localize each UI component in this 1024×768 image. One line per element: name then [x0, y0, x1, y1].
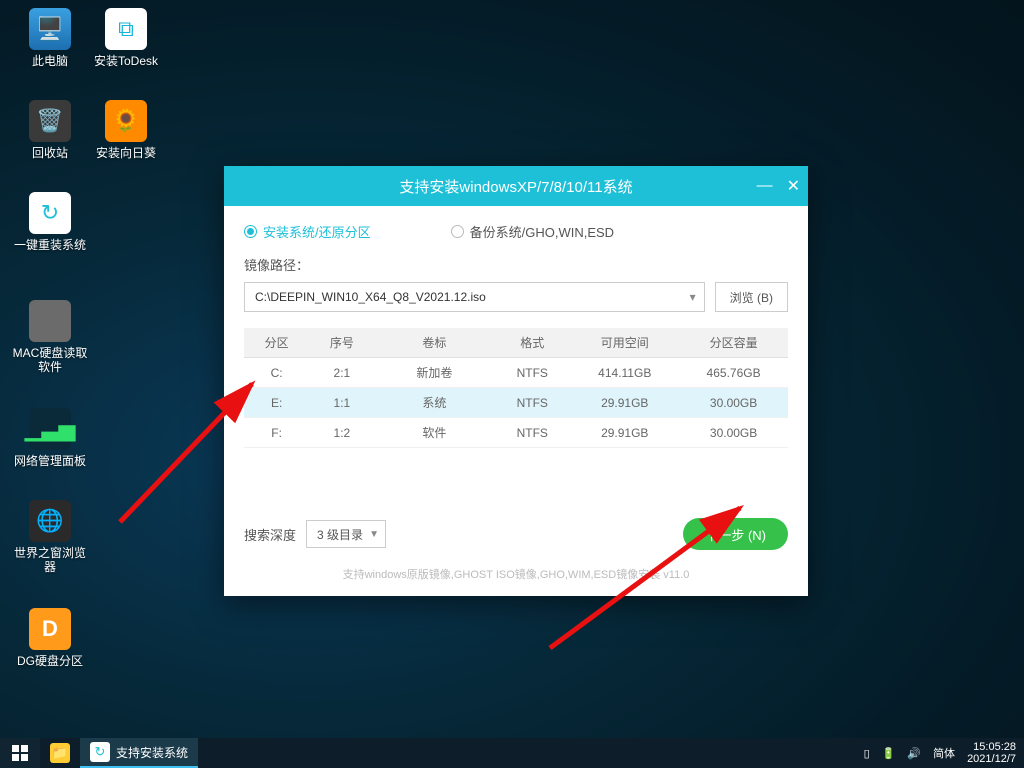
tray-ime[interactable]: 简体 [933, 745, 955, 761]
desktop-icon-recycle[interactable]: 🗑️回收站 [10, 100, 90, 160]
start-button[interactable] [0, 738, 40, 768]
col-partition: 分区 [244, 328, 309, 358]
window-titlebar[interactable]: 支持安装windowsXP/7/8/10/11系统 — ✕ [224, 166, 808, 206]
radio-install-restore[interactable]: 安装系统/还原分区 [244, 222, 371, 241]
chevron-down-icon: ▾ [690, 290, 696, 304]
image-path-value: C:\DEEPIN_WIN10_X64_Q8_V2021.12.iso [255, 290, 486, 304]
chevron-down-icon: ▼ [369, 529, 379, 540]
window-title: 支持安装windowsXP/7/8/10/11系统 [399, 176, 632, 197]
partition-table: 分区 序号 卷标 格式 可用空间 分区容量 C:2:1新加卷NTFS414.11… [244, 328, 788, 448]
col-size: 分区容量 [679, 328, 788, 358]
image-path-label: 镜像路径： [244, 255, 788, 274]
table-row[interactable]: C:2:1新加卷NTFS414.11GB465.76GB [244, 358, 788, 388]
col-free: 可用空间 [570, 328, 679, 358]
col-format: 格式 [494, 328, 570, 358]
table-row[interactable]: E:1:1系统NTFS29.91GB30.00GB [244, 388, 788, 418]
radio-dot-icon [451, 225, 464, 238]
next-button[interactable]: 下一步 (N) [683, 518, 788, 550]
footer-note: 支持windows原版镜像,GHOST ISO镜像,GHO,WIM,ESD镜像安… [244, 566, 788, 582]
image-path-combo[interactable]: C:\DEEPIN_WIN10_X64_Q8_V2021.12.iso ▾ [244, 282, 705, 312]
app-icon: ↻ [90, 742, 110, 762]
desktop-icon-this-pc[interactable]: 🖥️此电脑 [10, 8, 90, 68]
search-depth-select[interactable]: 3 级目录 ▼ [306, 520, 386, 548]
browse-button[interactable]: 浏览 (B) [715, 282, 788, 312]
close-button[interactable]: ✕ [787, 176, 800, 196]
tray-network-icon[interactable]: ▯ [864, 747, 870, 760]
taskbar-explorer[interactable]: 📁 [40, 738, 80, 768]
radio-dot-icon [244, 225, 257, 238]
col-label: 卷标 [375, 328, 495, 358]
desktop-icon-todesk[interactable]: ⧉安装ToDesk [86, 8, 166, 68]
tray-volume-icon[interactable]: 🔊 [907, 747, 921, 760]
desktop-icon-diskgenius[interactable]: DDG硬盘分区 [10, 608, 90, 668]
desktop-icon-sunflower[interactable]: 🌻安装向日葵 [86, 100, 166, 160]
folder-icon: 📁 [50, 743, 70, 763]
search-depth-label: 搜索深度 [244, 525, 296, 544]
tray-clock[interactable]: 15:05:28 2021/12/7 [967, 741, 1016, 765]
radio-backup[interactable]: 备份系统/GHO,WIN,ESD [451, 222, 614, 241]
col-index: 序号 [309, 328, 374, 358]
tray-battery-icon[interactable]: 🔋 [882, 747, 896, 760]
installer-window: 支持安装windowsXP/7/8/10/11系统 — ✕ 安装系统/还原分区 … [224, 166, 808, 596]
desktop-icon-macdisk[interactable]: MAC硬盘读取软件 [10, 300, 90, 374]
taskbar: 📁 ↻ 支持安装系统 ▯ 🔋 🔊 简体 15:05:28 2021/12/7 [0, 738, 1024, 768]
minimize-button[interactable]: — [757, 177, 773, 195]
desktop-icon-netpanel[interactable]: ▁▃▅网络管理面板 [10, 408, 90, 468]
desktop-icon-theworld[interactable]: 🌐世界之窗浏览器 [10, 500, 90, 574]
table-row[interactable]: F:1:2软件NTFS29.91GB30.00GB [244, 418, 788, 448]
desktop-icon-reinstall[interactable]: ↻一键重装系统 [10, 192, 90, 252]
taskbar-installer[interactable]: ↻ 支持安装系统 [80, 738, 198, 768]
